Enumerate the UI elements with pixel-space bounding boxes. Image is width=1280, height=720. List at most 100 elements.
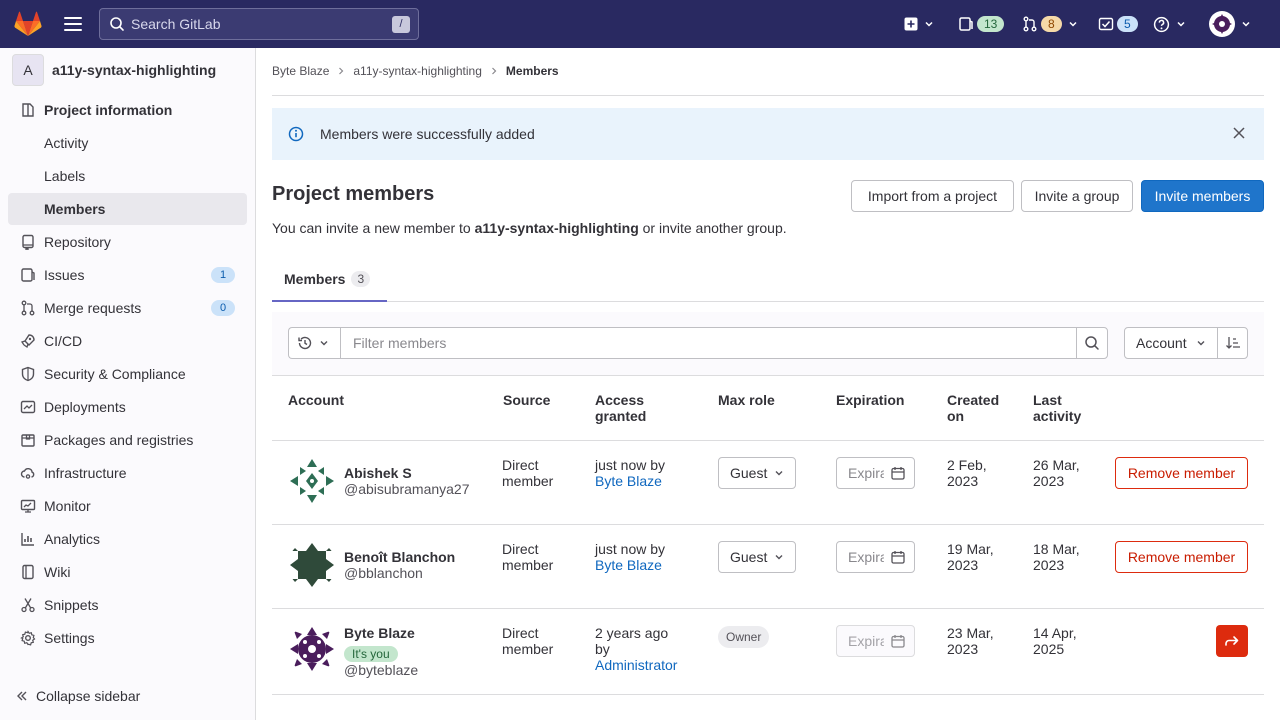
access-granted-by-link[interactable]: Byte Blaze xyxy=(595,557,662,573)
date-line: 2023 xyxy=(947,557,979,573)
issues-button[interactable]: 13 xyxy=(958,14,1005,34)
sidebar-item-repository[interactable]: Repository xyxy=(8,226,247,258)
alert-message: Members were successfully added xyxy=(320,126,535,142)
sidebar-item-infrastructure[interactable]: Infrastructure xyxy=(8,457,247,489)
sidebar-item-security-compliance[interactable]: Security & Compliance xyxy=(8,358,247,390)
search-placeholder: Search GitLab xyxy=(131,16,221,32)
user-avatar xyxy=(1209,11,1235,37)
sidebar-item-project-information[interactable]: Project information xyxy=(8,94,247,126)
role-dropdown[interactable]: Guest xyxy=(718,457,796,489)
sidebar-item-labels[interactable]: Labels xyxy=(8,160,247,192)
sidebar-item-activity[interactable]: Activity xyxy=(8,127,247,159)
sidebar-item-monitor[interactable]: Monitor xyxy=(8,490,247,522)
sidebar-project-header[interactable]: A a11y-syntax-highlighting xyxy=(0,48,255,92)
search-icon xyxy=(110,17,124,31)
merge-request-icon xyxy=(1023,16,1037,32)
sidebar-item-snippets[interactable]: Snippets xyxy=(8,589,247,621)
sort-direction-button[interactable] xyxy=(1217,327,1248,359)
book-icon xyxy=(22,564,34,580)
member-name[interactable]: Benoît Blanchon xyxy=(344,549,455,565)
todos-button[interactable]: 5 xyxy=(1098,14,1138,34)
invite-members-button[interactable]: Invite members xyxy=(1141,180,1264,212)
member-name[interactable]: Abishek S xyxy=(344,465,412,481)
expiration-date-input[interactable]: Expiration xyxy=(836,541,915,573)
chevron-right-icon xyxy=(491,67,497,75)
role-value: Guest xyxy=(730,465,768,481)
sidebar-item-deployments[interactable]: Deployments xyxy=(8,391,247,423)
recent-searches-dropdown[interactable] xyxy=(288,327,340,359)
members-tabs: Members 3 xyxy=(272,258,1264,302)
column-header-account[interactable]: Account xyxy=(288,392,344,408)
remove-member-button[interactable]: Remove member xyxy=(1115,457,1248,489)
sidebar-item-label: Settings xyxy=(44,630,95,646)
gitlab-logo-icon[interactable] xyxy=(14,11,42,37)
sidebar-item-wiki[interactable]: Wiki xyxy=(8,556,247,588)
scissors-icon xyxy=(21,598,35,613)
chevron-down-icon xyxy=(775,555,783,560)
access-text: 2 years ago xyxy=(595,625,669,641)
collapse-sidebar-button[interactable]: Collapse sidebar xyxy=(16,688,140,704)
project-name: a11y-syntax-highlighting xyxy=(52,62,217,78)
column-header-access-granted: Access granted xyxy=(595,392,646,424)
member-created-on: 23 Mar, 2023 xyxy=(947,625,994,657)
sidebar-item-members[interactable]: Members xyxy=(8,193,247,225)
date-line: 18 Mar, xyxy=(1033,541,1080,557)
close-icon[interactable] xyxy=(1232,126,1246,140)
access-granted-by-link[interactable]: Byte Blaze xyxy=(595,473,662,489)
access-granted-by-link[interactable]: Administrator xyxy=(595,657,677,673)
shield-icon xyxy=(21,366,35,382)
sidebar-item-ci-cd[interactable]: CI/CD xyxy=(8,325,247,357)
source-line: Direct xyxy=(502,625,539,641)
tab-count-badge: 3 xyxy=(351,271,371,287)
sidebar-item-settings[interactable]: Settings xyxy=(8,622,247,654)
breadcrumb-current[interactable]: Members xyxy=(506,64,559,78)
merge-requests-count-badge: 0 xyxy=(211,300,235,316)
todo-icon xyxy=(1098,17,1114,31)
date-line: 26 Mar, xyxy=(1033,457,1080,473)
date-line: 2023 xyxy=(947,473,979,489)
filter-search-button[interactable] xyxy=(1076,327,1108,359)
expiration-date-input[interactable]: Expiration xyxy=(836,457,915,489)
role-dropdown[interactable]: Guest xyxy=(718,541,796,573)
member-created-on: 19 Mar, 2023 xyxy=(947,541,994,573)
member-last-activity: 18 Mar, 2023 xyxy=(1033,541,1080,573)
avatar[interactable] xyxy=(288,625,336,673)
member-last-activity: 26 Mar, 2023 xyxy=(1033,457,1080,489)
sidebar-item-issues[interactable]: Issues 1 xyxy=(8,259,247,291)
member-username: @byteblaze xyxy=(344,662,419,678)
header-line: Created xyxy=(947,392,1000,408)
menu-icon[interactable] xyxy=(64,17,82,31)
date-line: 2023 xyxy=(947,641,979,657)
sidebar-item-label: Merge requests xyxy=(44,300,142,316)
info-icon xyxy=(288,126,304,142)
expiration-placeholder: Expiration xyxy=(848,465,884,481)
invite-suffix: or invite another group. xyxy=(638,220,787,236)
import-from-project-button[interactable]: Import from a project xyxy=(851,180,1014,212)
breadcrumb-link[interactable]: Byte Blaze xyxy=(272,64,329,78)
chevron-down-icon xyxy=(1177,21,1185,27)
sidebar-item-merge-requests[interactable]: Merge requests 0 xyxy=(8,292,247,324)
column-header-source: Source xyxy=(503,392,551,408)
expiration-placeholder: Expiration xyxy=(848,633,884,649)
leave-project-button[interactable] xyxy=(1216,625,1248,657)
role-value: Guest xyxy=(730,549,768,565)
tab-members[interactable]: Members 3 xyxy=(272,258,387,302)
filter-members-input[interactable]: Filter members xyxy=(340,327,1077,359)
avatar[interactable] xyxy=(288,541,336,589)
breadcrumb-link[interactable]: a11y-syntax-highlighting xyxy=(353,64,482,78)
help-button[interactable] xyxy=(1153,14,1186,34)
member-name[interactable]: Byte Blaze xyxy=(344,625,415,641)
sort-by-dropdown[interactable]: Account xyxy=(1124,327,1218,359)
invite-group-button[interactable]: Invite a group xyxy=(1021,180,1133,212)
avatar[interactable] xyxy=(288,457,336,505)
remove-member-button[interactable]: Remove member xyxy=(1115,541,1248,573)
member-access-granted: 2 years ago by Administrator xyxy=(595,625,677,673)
user-menu-button[interactable] xyxy=(1209,11,1251,37)
sidebar-item-label: Analytics xyxy=(44,531,101,547)
merge-requests-button[interactable]: 8 xyxy=(1022,14,1078,34)
sidebar-item-packages-registries[interactable]: Packages and registries xyxy=(8,424,247,456)
sidebar-item-analytics[interactable]: Analytics xyxy=(8,523,247,555)
table-divider xyxy=(272,440,1264,441)
search-input[interactable]: Search GitLab / xyxy=(99,8,419,40)
create-new-button[interactable] xyxy=(904,14,934,34)
